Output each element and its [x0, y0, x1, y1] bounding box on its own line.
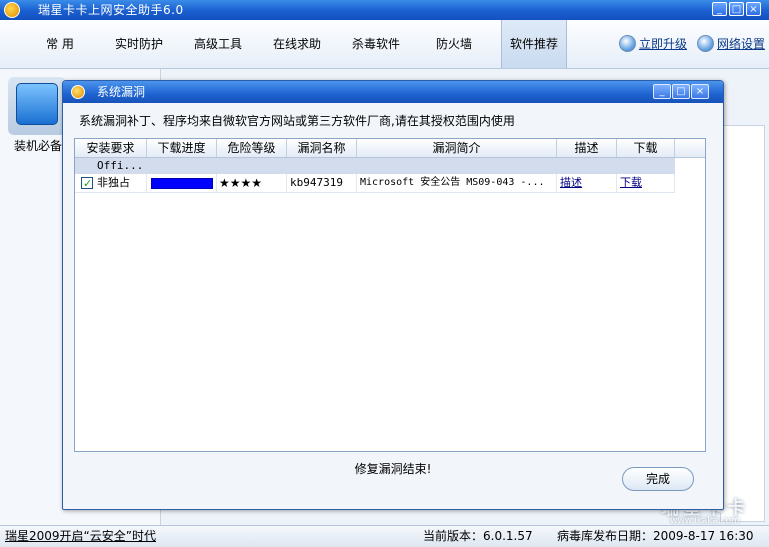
col-progress[interactable]: 下载进度 [147, 139, 217, 157]
done-button[interactable]: 完成 [622, 467, 694, 491]
install-essentials-icon[interactable] [8, 77, 66, 135]
close-icon[interactable]: × [746, 2, 761, 16]
network-icon [697, 35, 714, 52]
tab-antivirus[interactable]: 杀毒软件 [342, 20, 410, 68]
tab-software-recommend[interactable]: 软件推荐 [501, 20, 567, 68]
dialog-maximize-icon[interactable]: □ [672, 84, 690, 99]
maximize-icon[interactable]: □ [729, 2, 744, 16]
download-progress-bar [151, 178, 213, 189]
upgrade-link[interactable]: 立即升级 [619, 34, 691, 54]
app-title-bar: 瑞星卡卡上网安全助手6.0 _ □ × [0, 0, 769, 20]
status-bar: 瑞星2009开启“云安全”时代 当前版本：6.0.1.57 病毒库发布日期：20… [0, 525, 769, 547]
cloud-security-link[interactable]: 瑞星2009开启“云安全”时代 [5, 526, 156, 547]
download-link[interactable]: 下载 [620, 176, 642, 189]
col-describe[interactable]: 描述 [557, 139, 617, 157]
app-logo-icon [4, 2, 20, 18]
col-download[interactable]: 下载 [617, 139, 675, 157]
dialog-close-icon[interactable]: × [691, 84, 709, 99]
col-requirement[interactable]: 安装要求 [75, 139, 147, 157]
row-checkbox[interactable]: ✓ [81, 177, 93, 190]
system-vulnerability-dialog: 系统漏洞 _ □ × 系统漏洞补丁、程序均来自微软官方网站或第三方软件厂商,请在… [62, 80, 724, 510]
tab-online-help[interactable]: 在线求助 [263, 20, 331, 68]
app-title: 瑞星卡卡上网安全助手6.0 [38, 3, 184, 17]
requirement-cell: ✓ 非独占 [75, 174, 147, 192]
dialog-title: 系统漏洞 [97, 85, 146, 99]
tab-firewall[interactable]: 防火墙 [423, 20, 485, 68]
network-settings-link[interactable]: 网络设置 [697, 34, 767, 54]
version-text: 当前版本：6.0.1.57 [423, 529, 533, 543]
requirement-text: 非独占 [97, 176, 130, 189]
dialog-minimize-icon[interactable]: _ [653, 84, 671, 99]
dialog-window-buttons: _ □ × [653, 84, 713, 99]
upgrade-icon [619, 35, 636, 52]
download-cell: 下载 [617, 174, 675, 192]
table-row[interactable]: ✓ 非独占 ★★★★ kb947319 Microsoft 安全公告 MS09-… [75, 174, 675, 193]
describe-cell: 描述 [557, 174, 617, 192]
table-header: 安装要求 下载进度 危险等级 漏洞名称 漏洞简介 描述 下载 [75, 139, 705, 158]
tab-realtime-protection[interactable]: 实时防护 [105, 20, 173, 68]
main-tab-bar: 常 用 实时防护 高级工具 在线求助 杀毒软件 防火墙 软件推荐 立即升级 网络… [0, 20, 769, 69]
col-summary[interactable]: 漏洞简介 [357, 139, 557, 157]
group-label: Offi... [97, 159, 144, 172]
dialog-description: 系统漏洞补丁、程序均来自微软官方网站或第三方软件厂商,请在其授权范围内使用 [79, 114, 515, 128]
group-row-office[interactable]: Offi... [75, 158, 675, 174]
progress-fill [152, 179, 212, 188]
vulnerability-name: kb947319 [287, 174, 357, 192]
background-panel [720, 125, 765, 522]
install-essentials-label[interactable]: 装机必备 [14, 137, 62, 154]
check-icon: ✓ [83, 177, 93, 190]
vulnerability-summary: Microsoft 安全公告 MS09-043 -... [357, 174, 557, 192]
risk-stars: ★★★★ [217, 174, 287, 192]
dialog-logo-icon [71, 85, 85, 99]
virus-db-date: 病毒库发布日期：2009-8-17 16:30 [557, 529, 754, 543]
dialog-title-bar[interactable]: 系统漏洞 _ □ × [63, 81, 723, 103]
vulnerability-table: 安装要求 下载进度 危险等级 漏洞名称 漏洞简介 描述 下载 Offi... ✓… [74, 138, 706, 452]
col-name[interactable]: 漏洞名称 [287, 139, 357, 157]
tab-common[interactable]: 常 用 [30, 20, 90, 68]
col-risk[interactable]: 危险等级 [217, 139, 287, 157]
minimize-icon[interactable]: _ [712, 2, 727, 16]
describe-link[interactable]: 描述 [560, 176, 582, 189]
tab-advanced-tools[interactable]: 高级工具 [184, 20, 252, 68]
